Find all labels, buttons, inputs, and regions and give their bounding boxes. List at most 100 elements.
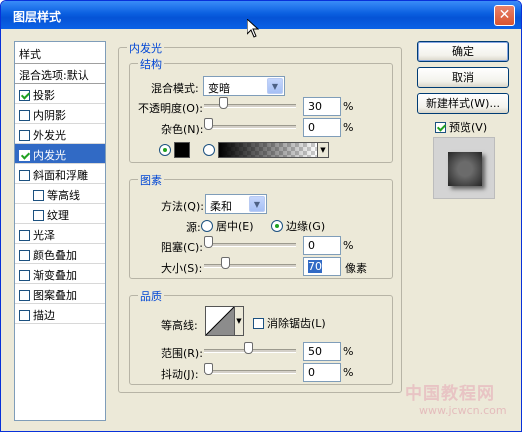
choke-slider[interactable] — [204, 243, 296, 247]
range-slider-thumb[interactable] — [243, 342, 253, 354]
source-label: 源: — [186, 221, 201, 234]
style-item[interactable]: 内发光 — [15, 144, 105, 164]
style-item[interactable]: 渐变叠加 — [15, 264, 105, 284]
style-item[interactable]: 光泽 — [15, 224, 105, 244]
style-item[interactable]: 颜色叠加 — [15, 244, 105, 264]
style-item-checkbox[interactable] — [19, 150, 30, 161]
style-item-checkbox[interactable] — [19, 230, 30, 241]
choke-slider-thumb[interactable] — [204, 236, 213, 248]
watermark-url: www.jcwcn.com — [419, 404, 507, 417]
size-unit: 像素 — [345, 262, 367, 275]
blend-mode-select[interactable]: 变暗 ▼ — [203, 76, 285, 96]
method-value: 柔和 — [210, 200, 232, 213]
noise-slider-thumb[interactable] — [204, 118, 213, 130]
method-select[interactable]: 柔和 ▼ — [205, 194, 267, 214]
noise-slider[interactable] — [204, 125, 296, 129]
style-item-label: 光泽 — [33, 229, 55, 242]
source-edge-radio[interactable] — [271, 220, 283, 232]
style-item[interactable]: 斜面和浮雕 — [15, 164, 105, 184]
structure-title: 结构 — [138, 56, 164, 72]
style-item[interactable]: 外发光 — [15, 124, 105, 144]
chevron-down-icon: ▼ — [267, 78, 283, 94]
size-slider-thumb[interactable] — [221, 257, 231, 269]
cancel-button[interactable]: 取消 — [417, 67, 509, 88]
choke-label: 阻塞(C): — [161, 241, 203, 254]
style-item-checkbox[interactable] — [19, 130, 30, 141]
opacity-slider[interactable] — [204, 104, 296, 108]
style-item-label: 斜面和浮雕 — [33, 169, 88, 182]
style-item[interactable]: 纹理 — [15, 204, 105, 224]
range-percent: % — [343, 345, 354, 358]
ok-button[interactable]: 确定 — [417, 41, 509, 62]
style-item-label: 投影 — [33, 89, 55, 102]
opacity-label: 不透明度(O): — [138, 102, 203, 115]
jitter-percent: % — [343, 366, 354, 379]
close-button[interactable]: ✕ — [494, 5, 515, 26]
style-item[interactable]: 描边 — [15, 304, 105, 324]
style-item-checkbox[interactable] — [19, 90, 30, 101]
style-item-label: 外发光 — [33, 129, 66, 142]
preview-checkbox[interactable] — [435, 122, 446, 133]
blend-options-item[interactable]: 混合选项:默认 — [15, 64, 105, 84]
antialias-label: 消除锯齿(L) — [267, 317, 326, 330]
gradient-radio[interactable] — [203, 144, 215, 156]
style-item-label: 等高线 — [47, 189, 80, 202]
style-item-checkbox[interactable] — [19, 290, 30, 301]
source-center-option[interactable]: 居中(E) — [201, 218, 254, 234]
size-slider[interactable] — [204, 264, 296, 268]
opacity-percent: % — [343, 100, 354, 113]
antialias-checkbox[interactable] — [253, 318, 264, 329]
color-radio[interactable] — [159, 144, 171, 156]
gradient-picker[interactable] — [218, 142, 318, 158]
watermark-text: 中国教程网 — [405, 384, 495, 404]
source-edge-option[interactable]: 边缘(G) — [271, 218, 325, 234]
style-item-checkbox[interactable] — [19, 270, 30, 281]
contour-preview[interactable] — [205, 306, 235, 336]
new-style-button[interactable]: 新建样式(W)... — [417, 93, 509, 114]
style-list-header: 样式 — [15, 42, 105, 64]
style-item-checkbox[interactable] — [33, 190, 44, 201]
contour-dropdown-icon[interactable]: ▼ — [234, 306, 244, 336]
style-item-label: 图案叠加 — [33, 289, 77, 302]
style-list: 样式 混合选项:默认 投影内阴影外发光内发光斜面和浮雕等高线纹理光泽颜色叠加渐变… — [14, 41, 106, 421]
source-center-radio[interactable] — [201, 220, 213, 232]
antialias-option[interactable]: 消除锯齿(L) — [253, 315, 326, 331]
style-item[interactable]: 等高线 — [15, 184, 105, 204]
title-bar[interactable]: 图层样式 ✕ — [1, 1, 521, 29]
quality-title: 品质 — [138, 288, 164, 304]
noise-input[interactable]: 0 — [303, 118, 341, 137]
preview-option[interactable]: 预览(V) — [435, 119, 487, 135]
style-item[interactable]: 投影 — [15, 84, 105, 104]
style-item[interactable]: 图案叠加 — [15, 284, 105, 304]
style-item-label: 描边 — [33, 309, 55, 322]
jitter-slider-thumb[interactable] — [204, 363, 213, 375]
choke-input[interactable]: 0 — [303, 236, 341, 255]
range-input[interactable]: 50 — [303, 342, 341, 361]
blend-mode-value: 变暗 — [208, 82, 230, 95]
style-item-checkbox[interactable] — [19, 310, 30, 321]
style-item-checkbox[interactable] — [19, 110, 30, 121]
contour-label: 等高线: — [161, 319, 198, 332]
style-item-checkbox[interactable] — [19, 250, 30, 261]
choke-percent: % — [343, 239, 354, 252]
opacity-input[interactable]: 30 — [303, 97, 341, 116]
source-center-label: 居中(E) — [216, 220, 254, 233]
chevron-down-icon: ▼ — [249, 196, 265, 212]
size-input[interactable]: 70 — [303, 257, 341, 276]
size-label: 大小(S): — [161, 262, 203, 275]
style-item-checkbox[interactable] — [19, 170, 30, 181]
inner-glow-title: 内发光 — [127, 40, 164, 56]
window-title: 图层样式 — [13, 10, 62, 24]
gradient-dropdown-icon[interactable]: ▼ — [317, 142, 329, 158]
jitter-slider[interactable] — [204, 370, 296, 374]
style-item-label: 内发光 — [33, 149, 66, 162]
style-item-label: 渐变叠加 — [33, 269, 77, 282]
opacity-slider-thumb[interactable] — [218, 97, 228, 109]
glow-color-swatch[interactable] — [174, 142, 190, 158]
noise-label: 杂色(N): — [161, 123, 204, 136]
style-item-checkbox[interactable] — [33, 210, 44, 221]
jitter-label: 抖动(J): — [161, 368, 199, 381]
style-item[interactable]: 内阴影 — [15, 104, 105, 124]
jitter-input[interactable]: 0 — [303, 363, 341, 382]
blend-mode-label: 混合模式: — [151, 82, 199, 95]
